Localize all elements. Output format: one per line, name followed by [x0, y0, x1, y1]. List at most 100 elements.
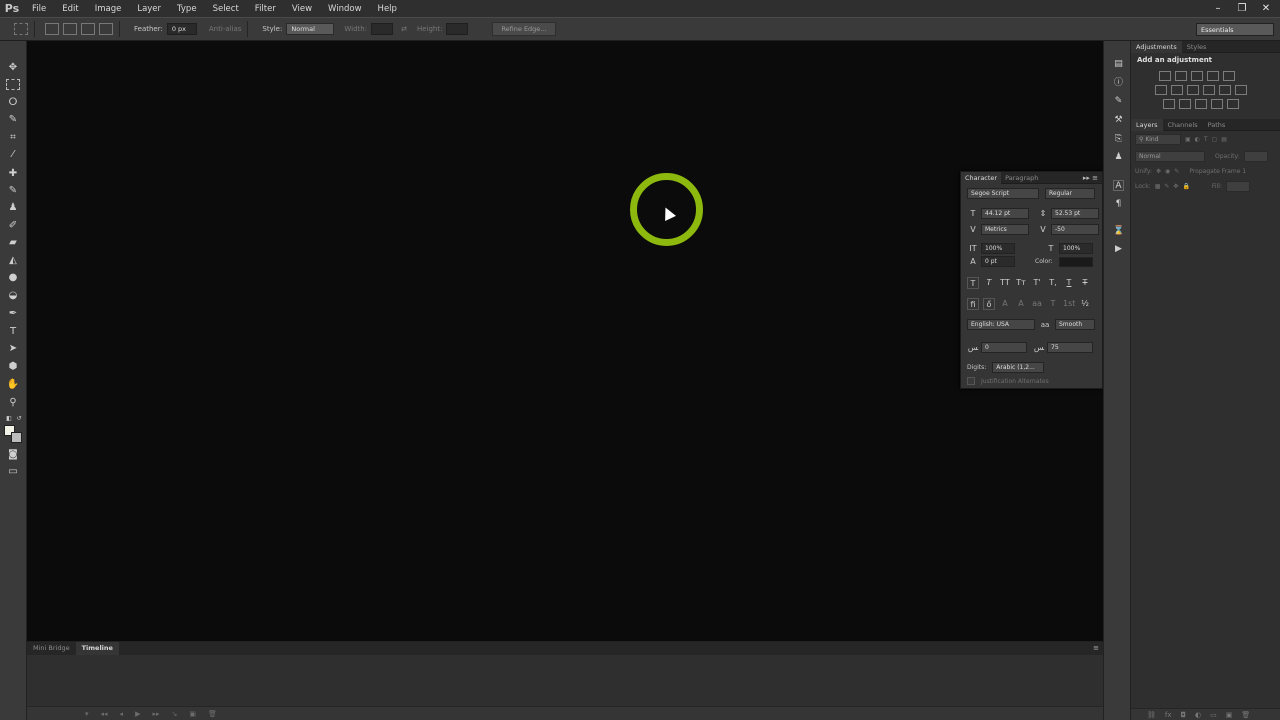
menu-window[interactable]: Window	[320, 4, 370, 14]
move-tool-icon[interactable]: ✥	[6, 61, 20, 75]
eyedropper-tool-icon[interactable]: ⁄	[6, 148, 20, 162]
gradient-map-icon[interactable]	[1211, 99, 1223, 109]
tween-icon[interactable]: ↘	[171, 710, 177, 718]
stylistic-alternates-button[interactable]: A	[1015, 298, 1027, 310]
document-canvas[interactable]	[27, 41, 1103, 641]
lasso-tool-icon[interactable]: ⵔ	[6, 96, 20, 110]
pen-tool-icon[interactable]: ✒	[6, 307, 20, 321]
discretionary-ligatures-button[interactable]: ő	[983, 298, 995, 310]
antialias-select[interactable]: Smooth	[1055, 319, 1095, 330]
text-color-swatch[interactable]	[1058, 256, 1093, 267]
small-caps-button[interactable]: Tт	[1015, 277, 1027, 289]
eraser-tool-icon[interactable]: ▰	[6, 236, 20, 250]
menu-layer[interactable]: Layer	[129, 4, 169, 14]
tab-paragraph[interactable]: Paragraph	[1001, 172, 1042, 184]
superscript-button[interactable]: T'	[1031, 277, 1043, 289]
swap-colors-icon[interactable]: ↺	[12, 412, 26, 426]
ordinals-button[interactable]: 1st	[1063, 298, 1075, 310]
all-caps-button[interactable]: TT	[999, 277, 1011, 289]
opacity-input[interactable]	[1243, 151, 1268, 162]
clone-stamp-tool-icon[interactable]: ♟	[6, 201, 20, 215]
shape-tool-icon[interactable]: ⬢	[6, 360, 20, 374]
tab-channels[interactable]: Channels	[1163, 119, 1203, 131]
character-panel-icon[interactable]: A	[1113, 180, 1124, 191]
timeline-options-icon[interactable]: ▾	[85, 710, 89, 718]
color-lookup-icon[interactable]	[1235, 85, 1247, 95]
titling-alternates-button[interactable]: aa	[1031, 298, 1043, 310]
blur-tool-icon[interactable]: ●	[6, 271, 20, 285]
kashida-right-select[interactable]: 75	[1047, 342, 1093, 353]
intersect-selection-icon[interactable]	[99, 23, 113, 35]
history-panel-icon[interactable]: ▤	[1113, 59, 1124, 70]
posterize-icon[interactable]	[1179, 99, 1191, 109]
tab-mini-bridge[interactable]: Mini Bridge	[27, 642, 76, 655]
lock-image-icon[interactable]: ✎	[1164, 183, 1169, 190]
workspace-select[interactable]: Essentials	[1196, 23, 1274, 36]
quick-mask-icon[interactable]: ◙	[6, 448, 20, 462]
digits-select[interactable]: Arabic (1,2...	[992, 362, 1045, 373]
previous-frame-icon[interactable]: ◂	[120, 710, 124, 718]
language-select[interactable]: English: USA	[967, 319, 1035, 330]
brightness-contrast-icon[interactable]	[1159, 71, 1171, 81]
strikethrough-button[interactable]: T	[1079, 277, 1091, 289]
leading-input[interactable]: 52.53 pt	[1051, 208, 1099, 219]
filter-smart-object-icon[interactable]: ▤	[1221, 136, 1227, 143]
brush-tool-icon[interactable]: ✎	[6, 184, 20, 198]
link-layers-icon[interactable]: ⛓	[1147, 711, 1156, 719]
menu-filter[interactable]: Filter	[247, 4, 284, 14]
vertical-scale-input[interactable]: 100%	[981, 243, 1015, 254]
ornaments-button[interactable]: T	[1047, 298, 1059, 310]
tracking-input[interactable]: -50	[1051, 224, 1099, 235]
threshold-icon[interactable]	[1195, 99, 1207, 109]
height-input[interactable]	[446, 23, 469, 35]
levels-icon[interactable]	[1175, 71, 1187, 81]
swash-button[interactable]: A	[999, 298, 1011, 310]
exposure-icon[interactable]	[1207, 71, 1219, 81]
underline-button[interactable]: T	[1063, 277, 1075, 289]
curves-icon[interactable]	[1191, 71, 1203, 81]
add-to-selection-icon[interactable]	[63, 23, 77, 35]
crop-tool-icon[interactable]: ⌗	[6, 131, 20, 145]
play-icon[interactable]: ▶	[135, 710, 140, 718]
tab-styles[interactable]: Styles	[1182, 41, 1212, 53]
color-balance-icon[interactable]	[1171, 85, 1183, 95]
channel-mixer-icon[interactable]	[1219, 85, 1231, 95]
baseline-shift-input[interactable]: 0 pt	[981, 256, 1015, 267]
brush-panel-icon[interactable]: ♟	[1113, 152, 1124, 163]
fill-input[interactable]	[1225, 181, 1250, 192]
first-frame-icon[interactable]: ◂◂	[101, 710, 108, 718]
swap-dimensions-icon[interactable]: ⇄	[401, 25, 407, 33]
menu-view[interactable]: View	[284, 4, 320, 14]
filter-shape-icon[interactable]: ▢	[1212, 136, 1218, 143]
new-selection-icon[interactable]	[45, 23, 59, 35]
horizontal-scale-input[interactable]: 100%	[1059, 243, 1093, 254]
delete-layer-icon[interactable]: 🗑	[1241, 711, 1250, 719]
width-input[interactable]	[371, 23, 394, 35]
tab-timeline[interactable]: Timeline	[75, 642, 119, 655]
zoom-tool-icon[interactable]: ⚲	[6, 396, 20, 410]
tab-adjustments[interactable]: Adjustments	[1131, 40, 1182, 53]
menu-select[interactable]: Select	[205, 4, 247, 14]
justification-alternates-checkbox[interactable]	[967, 377, 975, 385]
screen-mode-icon[interactable]: ▭	[6, 465, 20, 479]
filter-type-icon[interactable]: T	[1204, 136, 1208, 143]
actions-panel-icon[interactable]: ⌛	[1113, 226, 1124, 237]
menu-type[interactable]: Type	[169, 4, 205, 14]
panel-menu-icon[interactable]: ▸▸ ≡	[1083, 172, 1098, 184]
style-select[interactable]: Normal	[286, 23, 335, 35]
layer-kind-select[interactable]: ⚲ Kind	[1135, 134, 1181, 145]
dodge-tool-icon[interactable]: ◒	[6, 289, 20, 303]
filter-pixel-icon[interactable]: ▣	[1185, 136, 1191, 143]
close-icon[interactable]: ✕	[1260, 3, 1272, 15]
fractions-button[interactable]: ½	[1079, 298, 1091, 310]
antialias-checkbox[interactable]: Anti-alias	[209, 25, 242, 33]
unify-visibility-icon[interactable]: ◉	[1165, 168, 1170, 175]
play-action-icon[interactable]: ▶	[1113, 244, 1124, 255]
adjustment-layer-icon[interactable]: ◐	[1195, 711, 1201, 719]
type-tool-icon[interactable]: T	[6, 325, 20, 339]
duplicate-frame-icon[interactable]: ▣	[189, 710, 196, 718]
lock-transparent-icon[interactable]: ▦	[1155, 183, 1161, 190]
restore-icon[interactable]: ❐	[1236, 3, 1248, 15]
menu-help[interactable]: Help	[370, 4, 405, 14]
selective-color-icon[interactable]	[1227, 99, 1239, 109]
